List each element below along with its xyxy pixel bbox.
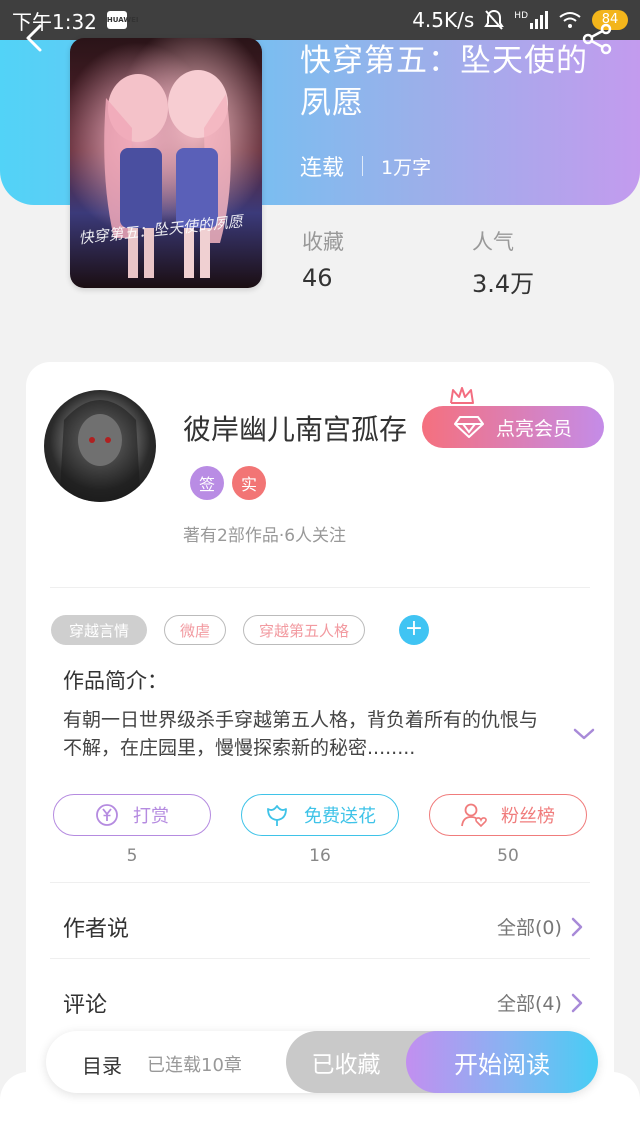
- avatar-illustration: [60, 400, 140, 502]
- net-speed: 4.5K/s: [412, 8, 475, 32]
- divider: [50, 882, 590, 883]
- author-says-link[interactable]: 全部(0): [497, 913, 584, 940]
- book-title: 快穿第五：坠天使的夙愿: [300, 43, 588, 121]
- comments-title: 评论: [63, 993, 108, 1018]
- chevron-right-icon: [571, 917, 583, 936]
- fan-ranking-label: 粉丝榜: [501, 806, 555, 827]
- diamond-icon: [453, 416, 484, 438]
- fan-ranking-button[interactable]: 粉丝榜: [429, 794, 587, 836]
- flower-icon: [267, 805, 287, 826]
- comments-link[interactable]: 全部(4): [497, 989, 584, 1016]
- table-of-contents-button[interactable]: 目录: [82, 1050, 122, 1079]
- notification-app-icon: HUAWEI: [106, 11, 138, 29]
- author-says-title: 作者说: [63, 917, 130, 942]
- favorites-value: 46: [302, 264, 333, 292]
- crown-icon: [450, 387, 474, 404]
- book-cover-image[interactable]: 快穿第五：坠天使的夙愿: [70, 38, 262, 288]
- author-name[interactable]: 彼岸幽儿南宫孤存: [183, 408, 407, 448]
- status-bar: 下午1:32 HUAWEI 4.5K/s HD 84: [0, 0, 640, 40]
- signal-bar: [540, 15, 543, 29]
- flower-count: 16: [309, 846, 331, 866]
- signal-bar: [545, 11, 548, 29]
- network-type: HD: [514, 11, 528, 21]
- fan-icon: [461, 803, 487, 828]
- fan-count: 50: [497, 846, 519, 866]
- signed-badge: 签: [190, 466, 224, 500]
- tag-item[interactable]: 穿越第五人格: [243, 615, 365, 645]
- tag-item[interactable]: 穿越言情: [51, 615, 147, 645]
- author-avatar[interactable]: [44, 390, 156, 502]
- intro-text: 有朝一日世界级杀手穿越第五人格，背负着所有的仇恨与不解，在庄园里，慢慢探索新的秘…: [63, 709, 539, 759]
- divider: [50, 958, 590, 959]
- cover-illustration: [104, 70, 231, 278]
- signal-bar: [535, 19, 538, 29]
- divider: [50, 587, 590, 588]
- chevron-right-icon: [571, 993, 583, 1012]
- bell-muted-icon: [484, 9, 505, 30]
- send-flower-label: 免费送花: [304, 806, 376, 827]
- tip-count: 5: [126, 846, 138, 866]
- vip-upgrade-button[interactable]: 点亮会员: [422, 406, 604, 448]
- tip-label: 打赏: [133, 806, 169, 827]
- send-flower-button[interactable]: 免费送花: [241, 794, 399, 836]
- signal-bar: [530, 23, 533, 29]
- author-stats: 著有2部作品·6人关注: [183, 526, 347, 546]
- comments-count: 全部(4): [497, 993, 562, 1015]
- chapter-count: 已连载10章: [147, 1055, 242, 1076]
- yen-icon: [96, 804, 118, 826]
- start-reading-label: 开始阅读: [454, 1050, 550, 1079]
- collected-label: 已收藏: [311, 1052, 381, 1078]
- tip-button[interactable]: 打赏: [53, 794, 211, 836]
- favorites-label: 收藏: [302, 230, 344, 254]
- word-count: 1万字: [381, 156, 432, 179]
- tag-item[interactable]: 微虐: [164, 615, 226, 645]
- start-reading-button[interactable]: 开始阅读: [406, 1031, 598, 1093]
- book-status: 连载: [300, 156, 345, 181]
- chevron-down-icon[interactable]: [572, 724, 596, 744]
- book-meta: 连载 1万字: [300, 150, 431, 182]
- vip-button-label: 点亮会员: [495, 417, 572, 440]
- add-tag-button[interactable]: +: [399, 615, 429, 645]
- signal-icon: HD: [514, 11, 548, 29]
- verified-badge: 实: [232, 466, 266, 500]
- wifi-icon: [559, 12, 581, 28]
- intro-title: 作品简介：: [63, 669, 168, 693]
- author-says-count: 全部(0): [497, 917, 562, 939]
- popularity-value: 3.4万: [472, 270, 535, 298]
- popularity-label: 人气: [472, 230, 514, 254]
- meta-divider: [362, 156, 364, 176]
- back-arrow-icon[interactable]: [20, 22, 52, 54]
